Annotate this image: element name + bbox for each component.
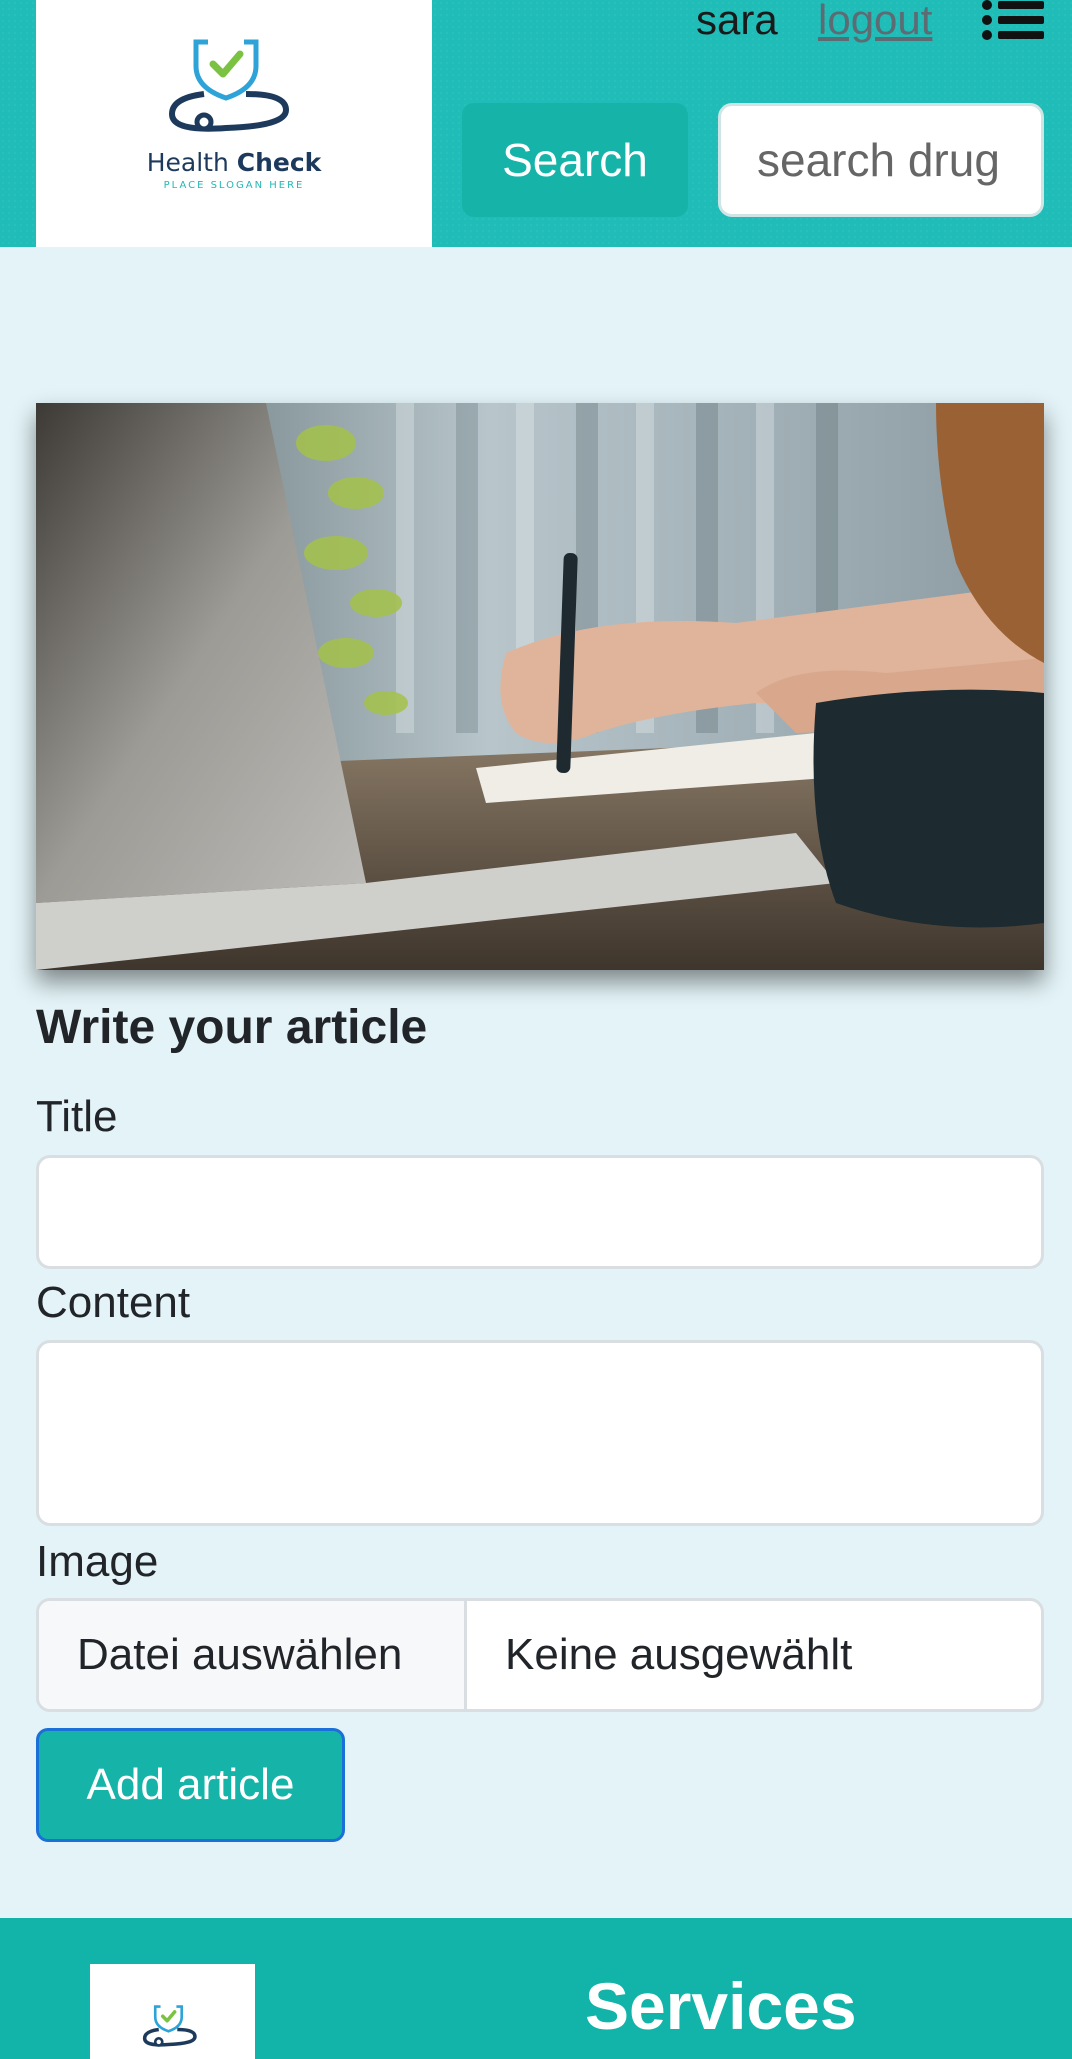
site-logo[interactable]: Health Check PLACE SLOGAN HERE [36, 0, 432, 247]
title-input[interactable] [36, 1155, 1044, 1269]
footer-services-title: Services [585, 1969, 857, 2043]
stethoscope-shield-icon [142, 2005, 197, 2047]
search-input[interactable]: search drug [718, 103, 1044, 217]
choose-file-button[interactable]: Datei auswählen [39, 1601, 467, 1709]
footer-logo[interactable] [90, 1964, 255, 2059]
hero-image [36, 403, 1044, 970]
add-article-button[interactable]: Add article [36, 1728, 345, 1842]
form-heading: Write your article [36, 1001, 428, 1054]
stethoscope-shield-icon [168, 39, 290, 132]
logo-brand-regular: Health [146, 148, 237, 177]
image-label: Image [36, 1537, 159, 1586]
user-name: sara [696, 0, 778, 43]
logo-brand-bold: Check [236, 148, 322, 177]
image-file-input[interactable]: Datei auswählen Keine ausgewählt [36, 1598, 1044, 1712]
logo-slogan: PLACE SLOGAN HERE [163, 180, 305, 191]
menu-list-icon[interactable] [982, 0, 1044, 45]
search-button[interactable]: Search [462, 103, 688, 217]
logout-link[interactable]: logout [818, 0, 932, 44]
content-label: Content [36, 1278, 191, 1327]
content-textarea[interactable] [36, 1340, 1044, 1526]
file-status: Keine ausgewählt [505, 1630, 853, 1679]
logo-wordmark: Health Check [36, 148, 432, 177]
site-header: Health Check PLACE SLOGAN HERE sara logo… [0, 0, 1072, 247]
site-footer: Services [0, 1918, 1072, 2059]
title-label: Title [36, 1092, 118, 1141]
